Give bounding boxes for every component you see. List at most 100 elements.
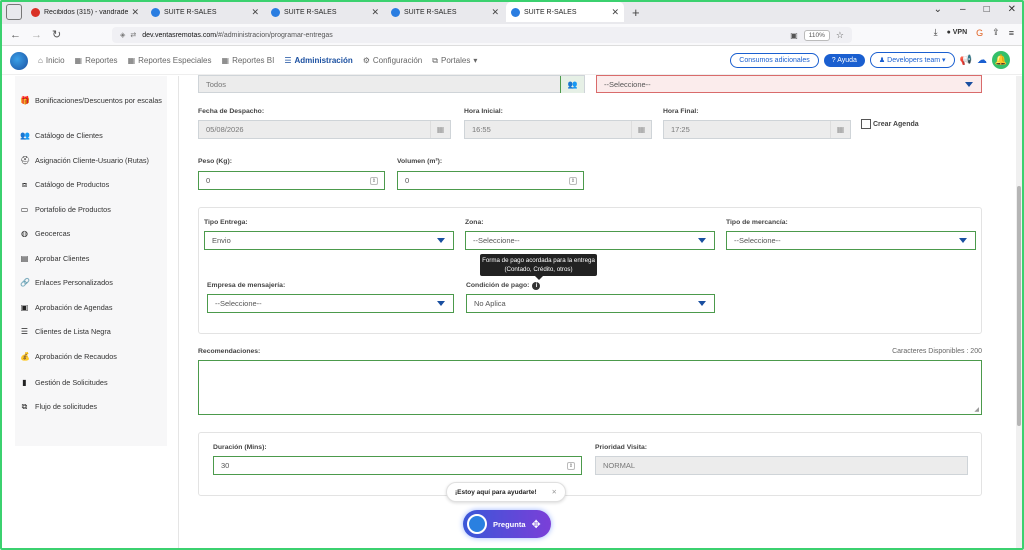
new-tab-button[interactable]: + <box>632 5 640 20</box>
url-bar[interactable]: ◈ ⇄ dev.ventasremotas.com/#/administraci… <box>112 27 852 43</box>
reader-icon[interactable]: ▣ <box>790 31 798 40</box>
share-icon[interactable]: ⇪ <box>992 27 1000 38</box>
sidebar-item-flujo-solicitudes[interactable]: ⧉ Flujo de solicitudes <box>20 402 165 412</box>
users-group-icon[interactable]: 👥 <box>560 76 584 93</box>
volumen-input[interactable]: 0 ⇕ <box>397 171 584 190</box>
chat-bubble-text: ¡Estoy aquí para ayudarte! <box>455 488 537 496</box>
hora-inicial-label: Hora Inicial: <box>464 108 503 115</box>
top-right-select[interactable]: --Seleccione-- <box>596 75 982 93</box>
menu-label: Reportes Especiales <box>138 56 212 65</box>
peso-input[interactable]: 0 ⇕ <box>198 171 385 190</box>
link-icon: 🔗 <box>20 278 30 287</box>
menu-configuracion[interactable]: ⚙ Configuración <box>363 56 423 65</box>
zona-select[interactable]: --Seleccione-- <box>465 231 715 250</box>
scrollbar[interactable] <box>1016 76 1022 550</box>
close-window-button[interactable]: ✕ <box>1008 4 1016 15</box>
hamburger-menu-icon[interactable]: ≡ <box>1009 28 1014 38</box>
menu-portales[interactable]: ⧉ Portales ▾ <box>432 56 477 66</box>
menu-administracion[interactable]: ☰ Administración <box>284 56 352 65</box>
menu-reportes-especiales[interactable]: ▦ Reportes Especiales <box>128 56 212 65</box>
chat-bubble: ¡Estoy aquí para ayudarte! ✕ <box>446 482 566 502</box>
scrollbar-thumb[interactable] <box>1017 186 1021 426</box>
stepper-icon[interactable]: ⇕ <box>567 462 575 470</box>
sidebar-item-portafolio[interactable]: ▭ Portafolio de Productos <box>20 205 165 215</box>
download-icon[interactable]: ⤓ <box>934 27 938 38</box>
notification-bell-icon[interactable]: 🔔 <box>992 51 1010 69</box>
minimize-button[interactable]: – <box>960 4 966 15</box>
tab-overview-icon[interactable] <box>6 4 22 20</box>
rsales-icon <box>511 7 520 17</box>
caret-down-icon <box>698 238 706 243</box>
bookmark-star-icon[interactable]: ☆ <box>836 30 844 41</box>
condicion-select[interactable]: No Aplica <box>466 294 715 313</box>
sidebar-item-aprobar-clientes[interactable]: ▤ Aprobar Clientes <box>20 254 165 264</box>
grid-icon: ▦ <box>221 56 230 65</box>
browser-tab[interactable]: SUITE R-SALES ✕ <box>266 2 384 22</box>
tipo-mercancia-select[interactable]: --Seleccione-- <box>726 231 976 250</box>
menu-label: Inicio <box>45 56 65 65</box>
duracion-label: Duración (Mins): <box>213 444 267 451</box>
maximize-button[interactable]: □ <box>984 4 990 15</box>
vpn-label: VPN <box>952 29 968 36</box>
close-icon[interactable]: ✕ <box>251 7 259 18</box>
calendar-icon[interactable]: ▦ <box>631 121 651 138</box>
menu-inicio[interactable]: ⌂ Inicio <box>38 56 65 65</box>
recomendaciones-textarea[interactable]: ◢ <box>198 360 982 415</box>
sidebar-item-aprobacion-agendas[interactable]: ▣ Aprobación de Agendas <box>20 303 165 313</box>
tab-title: SUITE R-SALES <box>524 8 577 16</box>
sidebar-item-recaudos[interactable]: 💰 Aprobación de Recaudos <box>20 352 165 362</box>
pregunta-button[interactable]: Pregunta ✥ <box>463 510 551 538</box>
sidebar-item-geocercas[interactable]: ◍ Geocercas <box>20 229 165 239</box>
sidebar-item-gestion-solicitudes[interactable]: ▮ Gestión de Solicitudes <box>20 378 165 388</box>
calendar-icon[interactable]: ▦ <box>430 121 450 138</box>
menu-reportes-bi[interactable]: ▦ Reportes BI <box>222 56 275 65</box>
info-icon[interactable]: i <box>532 282 541 290</box>
cloud-download-icon[interactable]: ☁ <box>977 55 987 66</box>
fecha-input[interactable]: 05/08/2026 ▦ <box>198 120 451 139</box>
browser-tab[interactable]: Recibidos (315) - vandradet06@✕ <box>26 2 144 22</box>
menu-reportes[interactable]: ▦ Reportes <box>75 56 118 65</box>
tipo-entrega-select[interactable]: Envio <box>204 231 454 250</box>
close-icon[interactable]: ✕ <box>491 7 499 18</box>
app-logo[interactable] <box>10 51 28 70</box>
chevron-down-icon[interactable]: ⌄ <box>934 4 942 15</box>
crear-agenda-checkbox[interactable] <box>861 119 871 129</box>
resize-handle-icon[interactable]: ◢ <box>974 406 979 413</box>
grid-icon: ▦ <box>127 56 136 65</box>
hora-inicial-input[interactable]: 16:55 ▦ <box>464 120 652 139</box>
megaphone-icon[interactable]: 📢 <box>960 55 972 66</box>
close-icon[interactable]: ✕ <box>611 7 619 18</box>
peso-label: Peso (Kg): <box>198 158 232 165</box>
extension-icon[interactable]: G <box>976 28 983 38</box>
vpn-button[interactable]: ● VPN <box>947 29 968 36</box>
ayuda-button[interactable]: ? Ayuda <box>823 53 865 67</box>
browser-tab[interactable]: SUITE R-SALES ✕ <box>386 2 504 22</box>
consumos-adicionales-button[interactable]: Consumos adicionales <box>730 52 819 68</box>
browser-tab-active[interactable]: SUITE R-SALES ✕ <box>506 2 624 22</box>
sidebar-item-enlaces[interactable]: 🔗 Enlaces Personalizados <box>20 278 165 288</box>
sidebar-item-lista-negra[interactable]: ☰ Clientes de Lista Negra <box>20 327 165 337</box>
top-select[interactable]: Todos 👥 <box>198 75 585 93</box>
team-selector[interactable]: ♟ Developers team ▾ <box>869 52 955 68</box>
close-icon[interactable]: ✕ <box>371 7 379 18</box>
hora-final-input[interactable]: 17:25 ▦ <box>663 120 851 139</box>
sidebar-item-catalogo-clientes[interactable]: 👥 Catálogo de Clientes <box>20 131 165 141</box>
condicion-label: Condición de pago: <box>466 282 530 289</box>
duracion-input[interactable]: 30 ⇕ <box>213 456 582 475</box>
sidebar-item-bonificaciones[interactable]: 🎁 Bonificaciones/Descuentos por escalas <box>20 96 165 106</box>
calendar-icon[interactable]: ▦ <box>830 121 850 138</box>
close-icon[interactable]: ✕ <box>552 488 557 496</box>
forward-icon[interactable]: → <box>31 29 42 41</box>
sidebar-item-asignacion[interactable]: ⛑ Asignación Cliente-Usuario (Rutas) <box>20 156 165 166</box>
sidebar-item-catalogo-productos[interactable]: ⧈ Catálogo de Productos <box>20 180 165 190</box>
stepper-icon[interactable]: ⇕ <box>370 177 378 185</box>
back-icon[interactable]: ← <box>10 29 21 41</box>
browser-tab[interactable]: SUITE R-SALES ✕ <box>146 2 264 22</box>
menu-label: Administración <box>294 56 353 65</box>
close-icon[interactable]: ✕ <box>131 7 139 18</box>
empresa-select[interactable]: --Seleccione-- <box>207 294 454 313</box>
zoom-level[interactable]: 110% <box>803 29 830 41</box>
reload-icon[interactable]: ↻ <box>52 28 61 41</box>
main-menu: ⌂ Inicio ▦ Reportes ▦ Reportes Especiales ▦… <box>38 56 477 66</box>
stepper-icon[interactable]: ⇕ <box>569 177 577 185</box>
